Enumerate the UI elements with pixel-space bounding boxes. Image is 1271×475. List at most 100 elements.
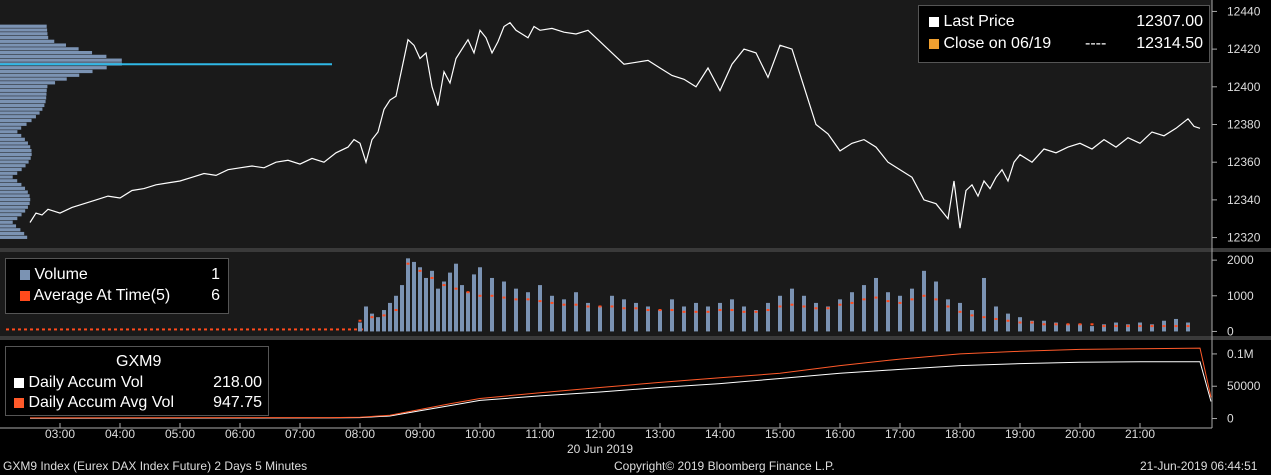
price-profile-bar xyxy=(0,149,32,153)
volume-bar xyxy=(814,302,818,332)
average-marker xyxy=(1018,321,1022,324)
legend-close: Close on 06/19 xyxy=(929,35,1051,53)
average-marker xyxy=(264,328,267,331)
average-marker xyxy=(922,294,926,297)
average-marker xyxy=(718,309,722,312)
y-tick-label: 12420 xyxy=(1227,42,1261,56)
average-marker xyxy=(276,328,279,331)
price-profile-bar xyxy=(0,220,13,224)
price-profile-bar xyxy=(0,167,22,172)
volume-bar xyxy=(790,288,794,332)
price-profile-bar xyxy=(0,73,80,77)
volume-bar xyxy=(970,310,974,332)
price-profile-bar xyxy=(0,69,93,74)
price-profile-bar xyxy=(0,103,45,108)
last-price-value: 12307.00 xyxy=(1136,13,1203,30)
price-profile-bar xyxy=(0,198,31,202)
volume-bar xyxy=(472,274,476,332)
average-marker xyxy=(406,262,410,265)
volume-bar xyxy=(460,285,464,332)
average-marker xyxy=(562,303,566,306)
volume-bar xyxy=(682,306,686,332)
average-marker xyxy=(526,298,530,301)
price-profile-bar xyxy=(0,228,21,232)
price-profile-bar xyxy=(0,32,48,36)
x-tick-label: 10:00 xyxy=(465,427,495,441)
price-profile-bar xyxy=(0,231,25,236)
price-profile-bar xyxy=(0,92,47,96)
average-marker xyxy=(610,305,614,308)
volume-bar xyxy=(658,310,662,332)
price-profile-bar xyxy=(0,107,43,111)
x-tick-label: 12:00 xyxy=(585,427,615,441)
average-marker xyxy=(354,328,357,331)
average-marker xyxy=(24,328,27,331)
volume-value: 1 xyxy=(211,266,220,283)
price-profile-bar xyxy=(0,51,93,55)
average-marker xyxy=(994,317,998,320)
y-tick-label: 12400 xyxy=(1227,80,1261,94)
y-tick-label: 50000 xyxy=(1227,379,1261,393)
price-profile-bar xyxy=(0,43,67,47)
average-marker xyxy=(30,328,33,331)
average-marker xyxy=(318,328,321,331)
last-price-swatch xyxy=(929,16,939,27)
average-marker xyxy=(442,284,446,287)
volume-bar xyxy=(1090,326,1094,332)
average-marker xyxy=(90,328,93,331)
price-profile-bar xyxy=(0,81,56,85)
price-profile-bar xyxy=(0,160,29,164)
average-marker xyxy=(348,328,351,331)
volume-bar xyxy=(448,272,452,332)
average-marker xyxy=(306,328,309,331)
volume-bar xyxy=(898,295,902,332)
average-marker xyxy=(96,328,99,331)
volume-bar xyxy=(436,288,440,332)
price-profile-bar xyxy=(0,216,18,221)
average-marker xyxy=(814,307,818,310)
volume-bar xyxy=(388,302,392,332)
accum-avg-value: 947.75 xyxy=(213,394,262,411)
volume-bar xyxy=(766,302,770,332)
x-tick-label: 04:00 xyxy=(105,427,135,441)
price-profile-bar xyxy=(0,235,28,239)
average-marker xyxy=(1006,319,1010,322)
average-marker xyxy=(258,328,261,331)
price-profile-bar xyxy=(0,209,26,213)
x-date-label: 20 Jun 2019 xyxy=(567,442,633,456)
price-profile-bar xyxy=(0,186,26,190)
price-legend: Last Price 12307.00 Close on 06/19 ---- … xyxy=(918,5,1210,63)
volume-bar xyxy=(502,281,506,332)
average-marker xyxy=(162,328,165,331)
volume-bar xyxy=(706,306,710,332)
average-marker xyxy=(168,328,171,331)
average-marker xyxy=(742,310,746,313)
average-marker xyxy=(240,328,243,331)
volume-bar xyxy=(730,299,734,332)
price-profile-bar xyxy=(0,96,47,100)
volume-bar xyxy=(1078,324,1082,332)
average-marker xyxy=(478,294,482,297)
volume-bar xyxy=(922,270,926,332)
footer-timestamp: 21-Jun-2019 06:44:51 xyxy=(1140,459,1258,473)
x-tick-label: 06:00 xyxy=(225,427,255,441)
average-marker xyxy=(946,305,950,308)
average-marker xyxy=(454,287,458,290)
volume-legend: Volume 1 Average At Time(5) 6 xyxy=(5,258,229,314)
average-marker xyxy=(1126,325,1130,328)
average-marker xyxy=(180,328,183,331)
volume-bar xyxy=(910,288,914,332)
average-marker xyxy=(778,305,782,308)
average-marker xyxy=(60,328,63,331)
volume-bar xyxy=(718,302,722,332)
average-marker xyxy=(862,298,866,301)
y-tick-label: 12380 xyxy=(1227,118,1261,132)
volume-bar xyxy=(466,292,470,332)
average-marker xyxy=(670,309,674,312)
average-marker xyxy=(790,303,794,306)
price-profile-bar xyxy=(0,100,46,104)
volume-bar xyxy=(550,295,554,332)
volume-label: Volume xyxy=(34,266,88,283)
volume-bar xyxy=(382,310,386,332)
price-profile-bar xyxy=(0,54,107,59)
